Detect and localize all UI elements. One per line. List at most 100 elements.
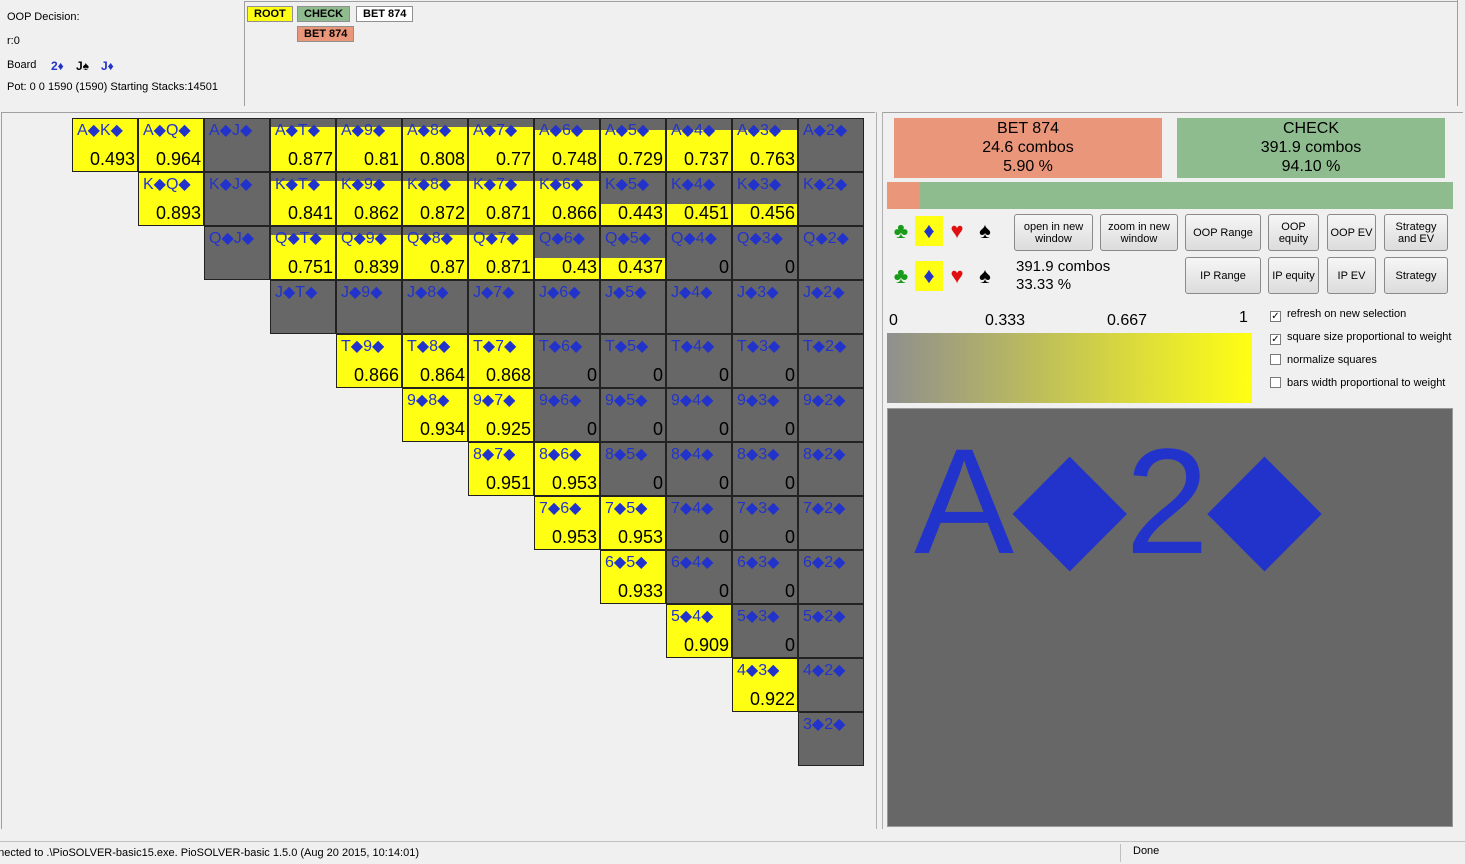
hand-cell[interactable]: J◆3◆ xyxy=(732,280,798,334)
hand-cell[interactable]: J◆2◆ xyxy=(798,280,864,334)
hand-cell[interactable]: K◆9◆ 0.862 xyxy=(336,172,402,226)
hand-cell[interactable]: Q◆3◆ 0 xyxy=(732,226,798,280)
heart-filter-icon[interactable]: ♥ xyxy=(943,261,971,291)
heart-filter-icon[interactable]: ♥ xyxy=(943,216,971,246)
hand-cell[interactable]: 7◆2◆ xyxy=(798,496,864,550)
ip-range-button[interactable]: IP Range xyxy=(1185,257,1261,294)
spade-filter-icon[interactable]: ♠ xyxy=(971,216,999,246)
hand-cell[interactable]: T◆6◆ 0 xyxy=(534,334,600,388)
hand-cell[interactable]: 6◆4◆ 0 xyxy=(666,550,732,604)
hand-cell[interactable]: T◆4◆ 0 xyxy=(666,334,732,388)
hand-cell[interactable]: J◆8◆ xyxy=(402,280,468,334)
hand-cell[interactable]: A◆J◆ xyxy=(204,118,270,172)
hand-cell[interactable]: T◆2◆ xyxy=(798,334,864,388)
hand-cell[interactable]: 9◆4◆ 0 xyxy=(666,388,732,442)
tree-node-bet[interactable]: BET 874 xyxy=(356,6,414,22)
hand-cell[interactable]: 6◆5◆ 0.933 xyxy=(600,550,666,604)
hand-cell[interactable]: J◆T◆ xyxy=(270,280,336,334)
hand-cell[interactable]: 8◆6◆ 0.953 xyxy=(534,442,600,496)
hand-cell[interactable]: A◆K◆ 0.493 xyxy=(72,118,138,172)
refresh-on-selection-checkbox[interactable]: ✓ refresh on new selection xyxy=(1270,308,1406,322)
hand-cell[interactable]: 9◆7◆ 0.925 xyxy=(468,388,534,442)
hand-cell[interactable]: 4◆3◆ 0.922 xyxy=(732,658,798,712)
normalize-squares-checkbox[interactable]: normalize squares xyxy=(1270,354,1377,366)
hand-cell[interactable]: 6◆2◆ xyxy=(798,550,864,604)
hand-cell[interactable]: K◆7◆ 0.871 xyxy=(468,172,534,226)
hand-cell[interactable]: 3◆2◆ xyxy=(798,712,864,766)
check-action-summary[interactable]: CHECK 391.9 combos 94.10 % xyxy=(1177,118,1445,178)
club-filter-icon[interactable]: ♣ xyxy=(887,216,915,246)
hand-cell[interactable]: T◆5◆ 0 xyxy=(600,334,666,388)
hand-cell[interactable]: A◆Q◆ 0.964 xyxy=(138,118,204,172)
hand-cell[interactable]: Q◆J◆ xyxy=(204,226,270,280)
hand-cell[interactable]: A◆7◆ 0.77 xyxy=(468,118,534,172)
hand-cell[interactable]: K◆J◆ xyxy=(204,172,270,226)
hand-cell[interactable]: K◆2◆ xyxy=(798,172,864,226)
hand-cell[interactable]: 9◆6◆ 0 xyxy=(534,388,600,442)
hand-cell[interactable]: 4◆2◆ xyxy=(798,658,864,712)
hand-cell[interactable]: 9◆3◆ 0 xyxy=(732,388,798,442)
hand-cell[interactable]: 7◆5◆ 0.953 xyxy=(600,496,666,550)
hand-cell[interactable]: 9◆2◆ xyxy=(798,388,864,442)
hand-cell[interactable]: 7◆3◆ 0 xyxy=(732,496,798,550)
spade-filter-icon[interactable]: ♠ xyxy=(971,261,999,291)
diamond-filter-icon[interactable]: ♦ xyxy=(915,216,943,246)
hand-cell[interactable]: A◆3◆ 0.763 xyxy=(732,118,798,172)
oop-equity-button[interactable]: OOP equity xyxy=(1268,214,1319,251)
hand-cell[interactable]: 8◆3◆ 0 xyxy=(732,442,798,496)
hand-cell[interactable]: Q◆6◆ 0.43 xyxy=(534,226,600,280)
hand-cell[interactable]: T◆7◆ 0.868 xyxy=(468,334,534,388)
hand-cell[interactable]: J◆7◆ xyxy=(468,280,534,334)
hand-cell[interactable]: T◆9◆ 0.866 xyxy=(336,334,402,388)
hand-cell[interactable]: A◆9◆ 0.81 xyxy=(336,118,402,172)
hand-cell[interactable]: K◆3◆ 0.456 xyxy=(732,172,798,226)
checkbox-box[interactable] xyxy=(1270,377,1281,388)
hand-cell[interactable]: K◆6◆ 0.866 xyxy=(534,172,600,226)
hand-cell[interactable]: 5◆3◆ 0 xyxy=(732,604,798,658)
tree-node-bet-child[interactable]: BET 874 xyxy=(297,26,355,42)
hand-cell[interactable]: Q◆2◆ xyxy=(798,226,864,280)
hand-cell[interactable]: Q◆7◆ 0.871 xyxy=(468,226,534,280)
hand-cell[interactable]: 5◆4◆ 0.909 xyxy=(666,604,732,658)
hand-cell[interactable]: Q◆9◆ 0.839 xyxy=(336,226,402,280)
diamond-filter-icon[interactable]: ♦ xyxy=(915,261,943,291)
hand-cell[interactable]: A◆8◆ 0.808 xyxy=(402,118,468,172)
hand-cell[interactable]: 9◆5◆ 0 xyxy=(600,388,666,442)
bet-action-summary[interactable]: BET 874 24.6 combos 5.90 % xyxy=(894,118,1162,178)
ip-equity-button[interactable]: IP equity xyxy=(1268,257,1319,294)
hand-cell[interactable]: 8◆5◆ 0 xyxy=(600,442,666,496)
hand-cell[interactable]: K◆T◆ 0.841 xyxy=(270,172,336,226)
open-new-window-button[interactable]: open in new window xyxy=(1014,214,1093,251)
hand-cell[interactable]: 8◆7◆ 0.951 xyxy=(468,442,534,496)
hand-cell[interactable]: Q◆5◆ 0.437 xyxy=(600,226,666,280)
hand-cell[interactable]: K◆Q◆ 0.893 xyxy=(138,172,204,226)
hand-cell[interactable]: T◆8◆ 0.864 xyxy=(402,334,468,388)
oop-range-button[interactable]: OOP Range xyxy=(1185,214,1261,251)
oop-ev-button[interactable]: OOP EV xyxy=(1327,214,1376,251)
hand-cell[interactable]: J◆4◆ xyxy=(666,280,732,334)
panel-splitter[interactable] xyxy=(876,112,883,829)
strategy-and-ev-button[interactable]: Strategy and EV xyxy=(1384,214,1448,251)
hand-cell[interactable]: 7◆4◆ 0 xyxy=(666,496,732,550)
hand-cell[interactable]: 8◆4◆ 0 xyxy=(666,442,732,496)
checkbox-box[interactable]: ✓ xyxy=(1270,311,1281,322)
checkbox-box[interactable] xyxy=(1270,354,1281,365)
club-filter-icon[interactable]: ♣ xyxy=(887,261,915,291)
hand-cell[interactable]: A◆5◆ 0.729 xyxy=(600,118,666,172)
hand-cell[interactable]: J◆6◆ xyxy=(534,280,600,334)
zoom-new-window-button[interactable]: zoom in new window xyxy=(1100,214,1178,251)
hand-cell[interactable]: 6◆3◆ 0 xyxy=(732,550,798,604)
hand-cell[interactable]: Q◆8◆ 0.87 xyxy=(402,226,468,280)
hand-cell[interactable]: 7◆6◆ 0.953 xyxy=(534,496,600,550)
hand-cell[interactable]: Q◆4◆ 0 xyxy=(666,226,732,280)
tree-node-check[interactable]: CHECK xyxy=(297,6,351,22)
hand-cell[interactable]: Q◆T◆ 0.751 xyxy=(270,226,336,280)
ip-ev-button[interactable]: IP EV xyxy=(1327,257,1376,294)
hand-cell[interactable]: 5◆2◆ xyxy=(798,604,864,658)
bars-width-weight-checkbox[interactable]: bars width proportional to weight xyxy=(1270,377,1445,389)
hand-cell[interactable]: T◆3◆ 0 xyxy=(732,334,798,388)
hand-cell[interactable]: A◆2◆ xyxy=(798,118,864,172)
hand-cell[interactable]: K◆4◆ 0.451 xyxy=(666,172,732,226)
tree-node-root[interactable]: ROOT xyxy=(247,6,293,22)
strategy-button[interactable]: Strategy xyxy=(1384,257,1448,294)
